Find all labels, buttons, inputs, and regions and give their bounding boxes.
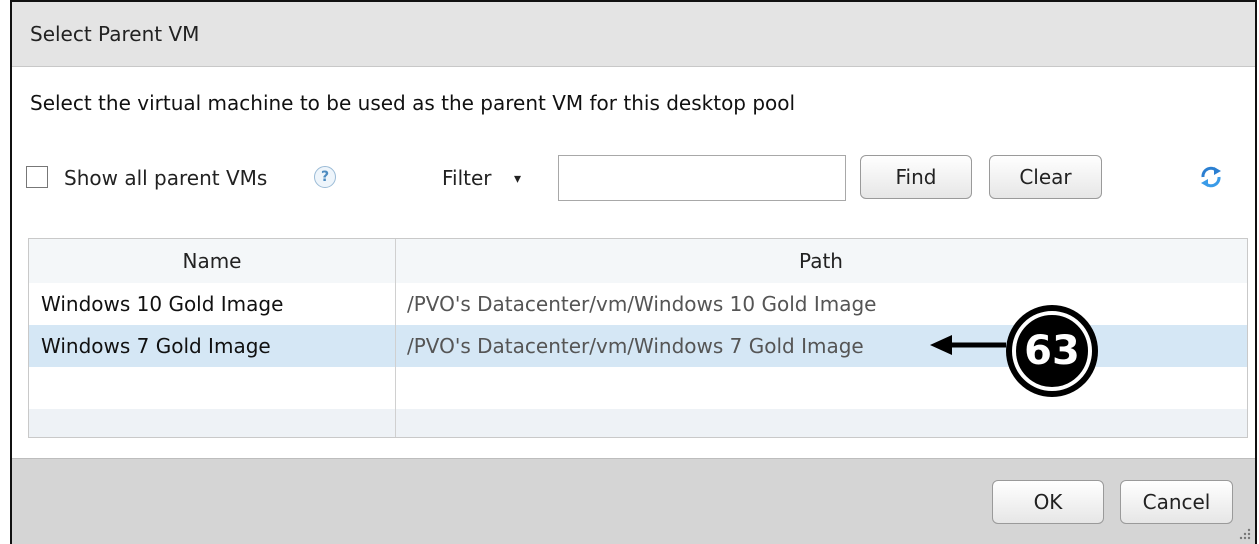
table-header: Name Path (29, 239, 1247, 284)
vm-name-cell: Windows 10 Gold Image (41, 292, 284, 316)
vm-name-cell: Windows 7 Gold Image (41, 334, 271, 358)
show-all-parent-vms-label[interactable]: Show all parent VMs (64, 166, 267, 190)
filter-input[interactable] (558, 155, 846, 201)
step-callout-number: 63 (1012, 311, 1092, 391)
column-divider[interactable] (395, 239, 396, 437)
find-button[interactable]: Find (860, 155, 972, 199)
ok-button[interactable]: OK (992, 480, 1104, 524)
instructions-text: Select the virtual machine to be used as… (30, 91, 796, 115)
select-parent-vm-dialog: Select Parent VM Select the virtual mach… (10, 0, 1257, 544)
help-icon[interactable]: ? (314, 166, 336, 188)
filter-dropdown-label[interactable]: Filter (442, 166, 492, 190)
refresh-icon[interactable] (1198, 164, 1224, 190)
vm-path-cell: /PVO's Datacenter/vm/Windows 7 Gold Imag… (407, 334, 864, 358)
column-header-path[interactable]: Path (395, 239, 1247, 283)
resize-grip-icon[interactable] (1239, 528, 1251, 540)
empty-row (29, 409, 1247, 437)
step-callout-badge: 63 (1006, 305, 1098, 397)
column-header-name[interactable]: Name (29, 239, 395, 283)
chevron-down-icon[interactable]: ▾ (514, 166, 521, 192)
dialog-title: Select Parent VM (30, 22, 200, 46)
dialog-titlebar[interactable]: Select Parent VM (12, 2, 1255, 67)
vm-path-cell: /PVO's Datacenter/vm/Windows 10 Gold Ima… (407, 292, 877, 316)
show-all-parent-vms-checkbox[interactable] (26, 166, 48, 188)
clear-button[interactable]: Clear (989, 155, 1102, 199)
cancel-button[interactable]: Cancel (1120, 480, 1233, 524)
